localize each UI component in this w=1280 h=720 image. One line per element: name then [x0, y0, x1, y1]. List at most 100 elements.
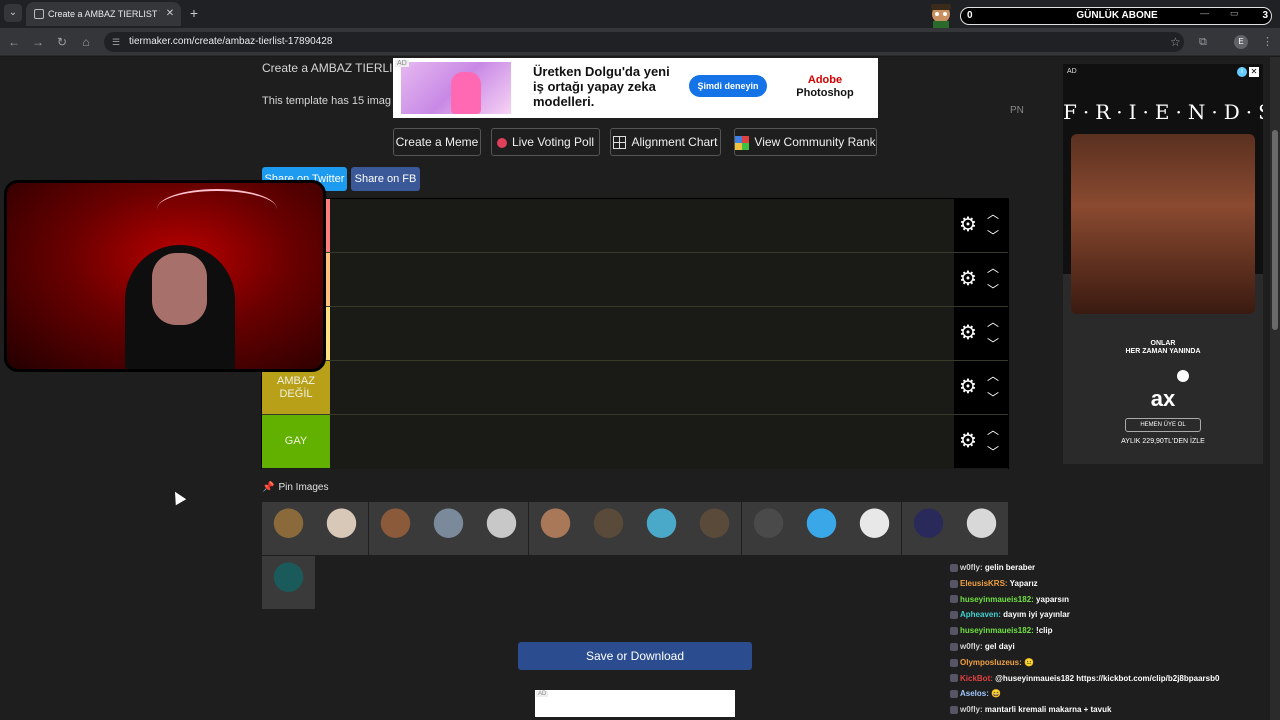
chat-message: Aselos: 😄 — [950, 687, 1001, 701]
tier-image[interactable] — [475, 502, 529, 555]
share-fb-button[interactable]: Share on FB — [351, 167, 420, 191]
chevron-down-icon[interactable]: ﹀ — [986, 338, 1000, 350]
tier-image[interactable] — [848, 502, 902, 555]
alignment-chart-label: Alignment Chart — [631, 135, 718, 149]
chat-username[interactable]: huseyinmaueis182: — [960, 595, 1034, 604]
chat-text: gelin beraber — [984, 563, 1036, 572]
tier-image[interactable] — [741, 502, 795, 555]
tier-image[interactable] — [421, 502, 475, 555]
chat-badge-icon — [950, 690, 958, 699]
site-info-icon[interactable]: ☰ — [112, 37, 122, 47]
chat-username[interactable]: Olymposluzeus: — [960, 658, 1022, 667]
tab-search-button[interactable]: ⌄ — [4, 4, 22, 22]
chat-username[interactable]: EleusisKRS: — [960, 579, 1008, 588]
back-icon[interactable]: ← — [6, 34, 22, 50]
tier-image[interactable] — [581, 502, 635, 555]
omnibox[interactable]: ☰ tiermaker.com/create/ambaz-tierlist-17… — [104, 32, 1184, 52]
chat-message: huseyinmaueis182: yaparsın — [950, 593, 1069, 607]
tier-label[interactable]: GAY — [262, 415, 330, 468]
chevron-down-icon[interactable]: ﹀ — [986, 284, 1000, 296]
restore-icon[interactable]: ▭ — [1230, 8, 1239, 18]
chevron-down-icon[interactable]: ﹀ — [986, 230, 1000, 242]
tier-row[interactable]: ⚙ ︿ ﹀ — [262, 307, 1008, 361]
ad-info-icon[interactable]: i — [1237, 67, 1247, 77]
scrollbar-thumb[interactable] — [1272, 130, 1278, 330]
tier-list: ⚙ ︿ ﹀ ⚙ ︿ ﹀ ⚙ ︿ ﹀ AMBAZ DEĞİL ⚙ ︿ ﹀ GAY … — [261, 198, 1009, 469]
chevron-up-icon[interactable]: ︿ — [986, 262, 1000, 274]
tier-image[interactable] — [635, 502, 689, 555]
gear-icon[interactable]: ⚙ — [958, 269, 978, 289]
adobe-ad-banner[interactable]: AD Üretken Dolgu'da yeni iş ortağı yapay… — [393, 58, 878, 118]
chat-username[interactable]: KickBot: — [960, 674, 993, 683]
alignment-chart-button[interactable]: Alignment Chart — [610, 128, 721, 156]
tier-row[interactable]: ⚙ ︿ ﹀ — [262, 253, 1008, 307]
menu-icon[interactable]: ⋮ — [1262, 34, 1273, 50]
ad-cta-button[interactable]: Şimdi deneyin — [689, 75, 767, 97]
ax-logo: ax — [1150, 386, 1176, 411]
tier-row[interactable]: ⚙ ︿ ﹀ — [262, 199, 1008, 253]
gear-icon[interactable]: ⚙ — [958, 431, 978, 451]
ad-close-icon[interactable]: ✕ — [1249, 67, 1259, 77]
chevron-up-icon[interactable]: ︿ — [986, 316, 1000, 328]
tier-image[interactable] — [528, 502, 582, 555]
url-text[interactable]: tiermaker.com/create/ambaz-tierlist-1789… — [129, 35, 332, 49]
tab-favicon-icon — [34, 9, 44, 19]
tier-image[interactable] — [315, 502, 369, 555]
chat-username[interactable]: w0fly: — [960, 705, 983, 714]
chat-username[interactable]: w0fly: — [960, 563, 983, 572]
gear-icon[interactable]: ⚙ — [958, 323, 978, 343]
tier-row[interactable]: AMBAZ DEĞİL ⚙ ︿ ﹀ — [262, 361, 1008, 415]
chat-message: w0fly: mantarli kremali makarna + tavuk — [950, 703, 1111, 717]
live-voting-button[interactable]: Live Voting Poll — [491, 128, 600, 156]
tab-close-icon[interactable]: ✕ — [164, 7, 176, 21]
chevron-up-icon[interactable]: ︿ — [986, 370, 1000, 382]
friends-title: F·R·I·E·N·D·S — [1063, 100, 1263, 124]
subscriber-goal: 3 — [1262, 10, 1268, 21]
chevron-up-icon[interactable]: ︿ — [986, 208, 1000, 220]
gear-icon[interactable]: ⚙ — [958, 377, 978, 397]
page-title: Create a AMBAZ TIERLIST — [262, 61, 408, 75]
chat-username[interactable]: w0fly: — [960, 642, 983, 651]
side-ad-tag: AD — [1067, 68, 1077, 75]
chat-message: w0fly: gel dayi — [950, 640, 1015, 654]
chevron-down-icon[interactable]: ﹀ — [986, 446, 1000, 458]
save-download-button[interactable]: Save or Download — [518, 642, 752, 670]
chat-badge-icon — [950, 563, 958, 572]
tier-image[interactable] — [688, 502, 742, 555]
bottom-ad-tag: AD — [536, 691, 549, 697]
tier-image[interactable] — [901, 502, 955, 555]
home-icon[interactable]: ⌂ — [78, 34, 94, 50]
minimize-icon[interactable]: — — [1200, 8, 1209, 18]
pin-images-text: Pin Images — [278, 482, 329, 493]
chat-username[interactable]: huseyinmaueis182: — [960, 626, 1034, 635]
chevron-down-icon[interactable]: ﹀ — [986, 392, 1000, 404]
forward-icon[interactable]: → — [30, 34, 46, 50]
webcam-overlay — [4, 180, 326, 372]
tier-image[interactable] — [795, 502, 848, 555]
tier-image[interactable] — [262, 502, 315, 555]
side-ad-line2: HER ZAMAN YANINDA — [1125, 348, 1201, 355]
ad-tag: AD — [395, 60, 409, 67]
chevron-up-icon[interactable]: ︿ — [986, 424, 1000, 436]
side-ad-cta[interactable]: HEMEN ÜYE OL — [1125, 418, 1201, 432]
profile-avatar[interactable]: E — [1234, 35, 1248, 49]
active-tab[interactable]: Create a AMBAZ TIERLIST Tier List ✕ — [26, 2, 181, 26]
chat-username[interactable]: Aselos: — [960, 689, 989, 698]
tier-row[interactable]: GAY ⚙ ︿ ﹀ — [262, 415, 1008, 469]
tier-image[interactable] — [262, 556, 315, 609]
chat-badge-icon — [950, 579, 958, 588]
bottom-ad[interactable] — [535, 690, 735, 717]
community-rank-button[interactable]: View Community Rank — [734, 128, 877, 156]
reload-icon[interactable]: ↻ — [54, 34, 70, 50]
create-meme-button[interactable]: Create a Meme — [393, 128, 481, 156]
bookmark-star-icon[interactable]: ☆ — [1170, 34, 1181, 50]
chat-message: huseyinmaueis182: !clip — [950, 624, 1053, 638]
tier-image[interactable] — [954, 502, 1008, 555]
chat-username[interactable]: Apheaven: — [960, 610, 1001, 619]
tier-image[interactable] — [368, 502, 422, 555]
side-ad-price: AYLIK 229,90TL'DEN İZLE — [1121, 438, 1205, 445]
extensions-icon[interactable]: ⧉ — [1199, 34, 1207, 50]
gear-icon[interactable]: ⚙ — [958, 215, 978, 235]
friends-side-ad[interactable]: F·R·I·E·N·D·S AD i ✕ ONLAR HER ZAMAN YAN… — [1063, 64, 1263, 464]
new-tab-button[interactable]: + — [187, 6, 201, 20]
